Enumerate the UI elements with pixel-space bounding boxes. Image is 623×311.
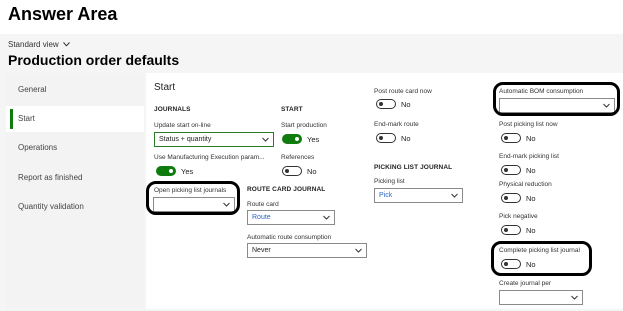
route-card-value: Route: [252, 214, 271, 221]
toggle-knob: [504, 228, 508, 232]
pick-negative-label: Pick negative: [499, 213, 538, 220]
post-picking-list-now-label: Post picking list now: [499, 121, 558, 128]
chevron-down-icon: [323, 215, 330, 220]
highlight-oval: [491, 241, 592, 276]
sidebar-item-report-as-finished[interactable]: Report as finished: [6, 165, 144, 191]
picking-list-label: Picking list: [374, 178, 405, 185]
route-card-select[interactable]: Route: [247, 210, 335, 225]
chevron-down-icon: [571, 295, 578, 300]
physical-reduction-value: No: [526, 194, 536, 203]
view-label: Standard view: [8, 40, 59, 49]
references-label: References: [281, 154, 315, 161]
picking-list-select[interactable]: Pick: [374, 188, 463, 203]
view-selector[interactable]: Standard view: [8, 40, 70, 49]
toggle-knob: [504, 168, 508, 172]
sidebar-item-general[interactable]: General: [6, 77, 144, 103]
update-start-online-value: Status + quantity: [159, 136, 212, 143]
picking-list-value: Pick: [379, 192, 393, 199]
end-mark-route-toggle[interactable]: [376, 133, 396, 143]
picking-list-journal-header: PICKING LIST JOURNAL: [374, 164, 453, 171]
toggle-knob: [379, 102, 383, 106]
section-title: Start: [154, 82, 176, 93]
journals-header: JOURNALS: [154, 106, 191, 113]
pick-negative-toggle[interactable]: [501, 225, 521, 235]
toggle-knob: [285, 169, 289, 173]
highlight-oval: [146, 181, 240, 215]
start-production-label: Start production: [281, 122, 327, 129]
chevron-down-icon: [262, 137, 269, 142]
end-mark-picking-list-toggle[interactable]: [501, 165, 521, 175]
route-card-journal-header: ROUTE CARD JOURNAL: [247, 186, 326, 193]
sidebar-item-quantity-validation[interactable]: Quantity validation: [6, 194, 144, 220]
automatic-route-consumption-select[interactable]: Never: [247, 243, 367, 258]
highlight-oval: [493, 82, 620, 116]
toggle-knob: [169, 169, 173, 173]
end-mark-route-label: End-mark route: [374, 121, 419, 128]
pick-negative-value: No: [526, 226, 536, 235]
end-mark-picking-list-value: No: [526, 166, 536, 175]
references-value: No: [307, 167, 317, 176]
end-mark-picking-list-label: End-mark picking list: [499, 153, 559, 160]
physical-reduction-toggle[interactable]: [501, 193, 521, 203]
chevron-down-icon: [63, 42, 70, 47]
toggle-knob: [504, 136, 508, 140]
update-start-online-select[interactable]: Status + quantity: [154, 132, 274, 147]
toggle-knob: [504, 196, 508, 200]
sidebar-item-operations[interactable]: Operations: [6, 135, 144, 161]
start-production-value: Yes: [307, 135, 320, 144]
route-card-label: Route card: [247, 201, 279, 208]
automatic-route-consumption-label: Automatic route consumption: [247, 234, 332, 241]
post-route-card-now-label: Post route card now: [374, 88, 432, 95]
create-journal-per-select[interactable]: [499, 290, 583, 305]
references-toggle[interactable]: [282, 166, 302, 176]
sidebar: General Start Operations Report as finis…: [6, 73, 144, 309]
use-mes-value: Yes: [181, 167, 194, 176]
physical-reduction-label: Physical reduction: [499, 181, 552, 188]
post-route-card-now-toggle[interactable]: [376, 99, 396, 109]
use-mes-label: Use Manufacturing Execution param...: [154, 154, 265, 161]
sidebar-item-start[interactable]: Start: [6, 106, 144, 132]
create-journal-per-label: Create journal per: [499, 280, 552, 287]
chevron-down-icon: [451, 193, 458, 198]
page-title: Production order defaults: [8, 52, 180, 68]
post-picking-list-now-toggle[interactable]: [501, 133, 521, 143]
end-mark-route-value: No: [401, 134, 411, 143]
active-indicator: [10, 109, 13, 129]
use-mes-toggle[interactable]: [156, 166, 176, 176]
toggle-knob: [295, 137, 299, 141]
post-route-card-now-value: No: [401, 100, 411, 109]
post-picking-list-now-value: No: [526, 134, 536, 143]
start-production-toggle[interactable]: [282, 134, 302, 144]
start-header: START: [281, 106, 303, 113]
chevron-down-icon: [355, 248, 362, 253]
toggle-knob: [379, 136, 383, 140]
automatic-route-consumption-value: Never: [252, 247, 271, 254]
update-start-online-label: Update start on-line: [154, 122, 211, 129]
answer-area-heading: Answer Area: [8, 4, 118, 24]
